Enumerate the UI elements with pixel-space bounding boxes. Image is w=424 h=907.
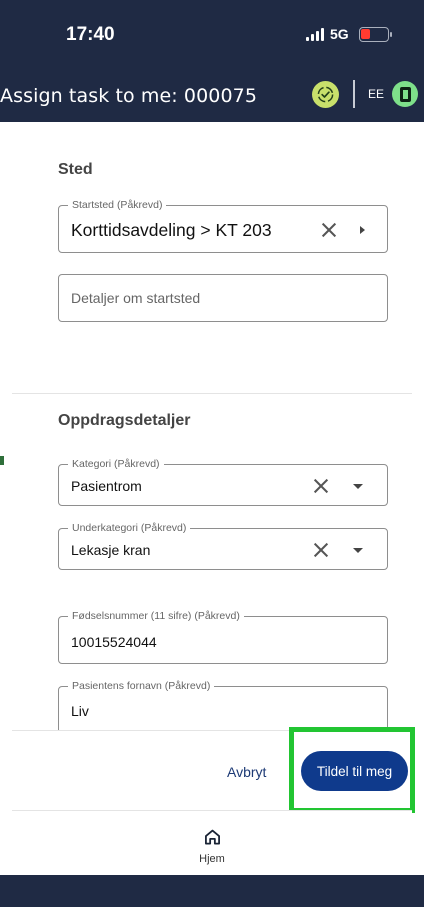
- network-label: 5G: [330, 26, 349, 42]
- sync-ok-icon[interactable]: [312, 81, 339, 108]
- user-initials: EE: [368, 87, 385, 101]
- cancel-button[interactable]: Avbryt: [227, 764, 266, 780]
- status-indicators: 5G: [306, 26, 392, 42]
- status-time: 17:40: [66, 24, 115, 45]
- home-icon: [204, 829, 221, 850]
- edge-marker: [0, 456, 4, 465]
- clear-icon[interactable]: [312, 541, 330, 559]
- subcategory-select[interactable]: Underkategori (Påkrevd) Lekasje kran: [58, 522, 388, 570]
- nav-home-label: Hjem: [199, 853, 225, 865]
- subcategory-value: Lekasje kran: [71, 542, 151, 558]
- clear-icon[interactable]: [320, 221, 338, 239]
- category-label: Kategori (Påkrevd): [68, 458, 164, 470]
- section-divider: [12, 393, 412, 394]
- section-title-task-details: Oppdragsdetaljer: [58, 412, 191, 429]
- clear-icon[interactable]: [312, 477, 330, 495]
- subcategory-label: Underkategori (Påkrevd): [68, 522, 191, 534]
- start-location-value: Korttidsavdeling > KT 203: [71, 220, 272, 240]
- start-details-input[interactable]: Detaljer om startsted: [58, 274, 388, 322]
- assign-to-me-button[interactable]: Tildel til meg: [301, 751, 408, 791]
- chevron-down-icon[interactable]: [353, 548, 363, 553]
- action-footer: Avbryt Tildel til meg: [12, 727, 415, 813]
- first-name-label: Pasientens fornavn (Påkrevd): [68, 680, 215, 692]
- chevron-down-icon[interactable]: [353, 484, 363, 489]
- bottom-nav: Hjem: [12, 810, 412, 875]
- birth-number-label: Fødselsnummer (11 sifre) (Påkrevd): [68, 610, 244, 622]
- nav-item-home[interactable]: Hjem: [192, 829, 232, 869]
- header-divider: [353, 80, 355, 108]
- birth-number-input[interactable]: Fødselsnummer (11 sifre) (Påkrevd) 10015…: [58, 610, 388, 664]
- phone-icon[interactable]: [392, 81, 418, 107]
- category-select[interactable]: Kategori (Påkrevd) Pasientrom: [58, 458, 388, 506]
- battery-low-icon: [358, 26, 392, 42]
- form-content[interactable]: Sted Startsted (Påkrevd) Korttidsavdelin…: [12, 122, 412, 730]
- first-name-value: Liv: [71, 703, 89, 719]
- status-bar: 17:40 5G: [0, 0, 424, 68]
- category-value: Pasientrom: [71, 478, 142, 494]
- birth-number-value: 10015524044: [71, 634, 157, 650]
- first-name-input[interactable]: Pasientens fornavn (Påkrevd) Liv: [58, 680, 388, 730]
- system-bottom-bar: [0, 875, 424, 907]
- app-header: Assign task to me: 000075 EE: [0, 68, 424, 122]
- start-details-placeholder: Detaljer om startsted: [71, 290, 201, 306]
- start-location-field[interactable]: Startsted (Påkrevd) Korttidsavdeling > K…: [58, 199, 388, 253]
- caret-right-icon[interactable]: [360, 226, 365, 234]
- start-location-label: Startsted (Påkrevd): [68, 199, 167, 211]
- section-title-location: Sted: [58, 161, 93, 178]
- signal-icon: [306, 27, 324, 41]
- page-title: Assign task to me: 000075: [0, 85, 258, 107]
